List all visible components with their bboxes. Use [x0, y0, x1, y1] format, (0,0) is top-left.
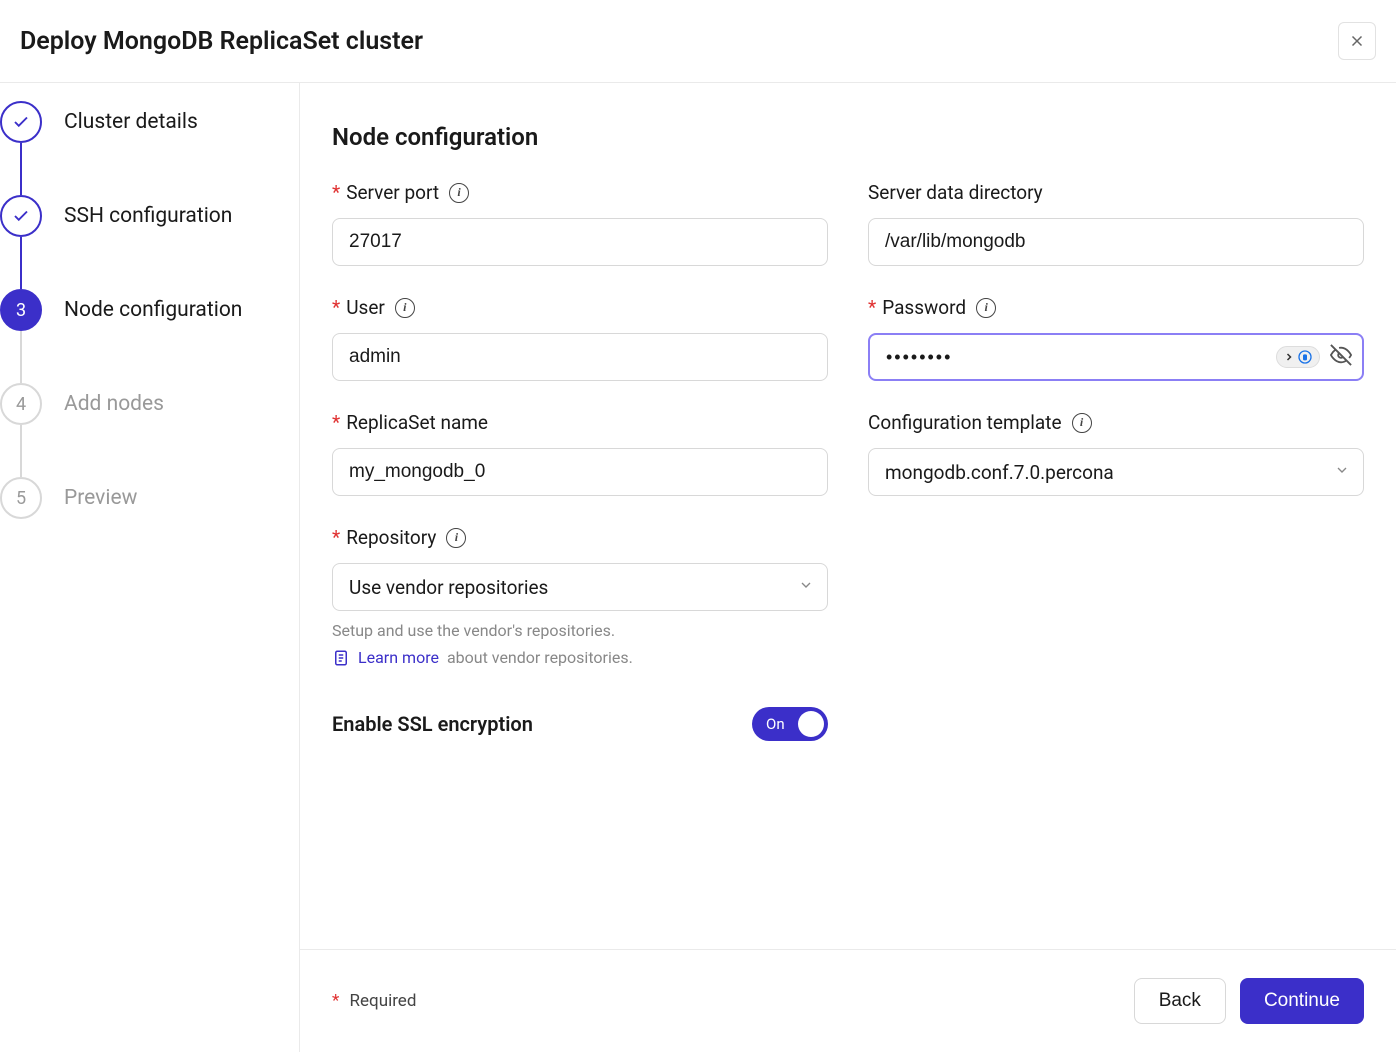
info-icon[interactable]: i [446, 528, 466, 548]
modal-title: Deploy MongoDB ReplicaSet cluster [20, 27, 423, 56]
modal-body: Cluster details SSH configuration [0, 83, 1396, 1052]
step-label: Cluster details [64, 110, 198, 134]
server-port-input[interactable] [332, 218, 828, 266]
form-content: Node configuration *Server port i Server [300, 83, 1396, 949]
repository-select[interactable]: Use vendor repositories [332, 563, 828, 611]
repository-help-text: Setup and use the vendor's repositories. [332, 621, 828, 640]
step-connector [20, 143, 22, 195]
field-replicaset-name: *ReplicaSet name [332, 411, 828, 496]
section-title: Node configuration [332, 123, 1364, 151]
info-icon[interactable]: i [395, 298, 415, 318]
required-indicator: * [868, 296, 876, 319]
step-connector [20, 237, 22, 289]
step-label: Node configuration [64, 298, 242, 322]
check-icon [0, 101, 42, 143]
required-indicator: * [332, 181, 340, 204]
step-connector [20, 425, 22, 477]
step-connector [20, 331, 22, 383]
replicaset-name-input[interactable] [332, 448, 828, 496]
step-ssh-configuration[interactable]: SSH configuration [0, 195, 299, 237]
continue-button[interactable]: Continue [1240, 978, 1364, 1024]
modal-header: Deploy MongoDB ReplicaSet cluster [0, 0, 1396, 83]
required-indicator: * [332, 411, 340, 434]
field-server-data-directory: Server data directory [868, 181, 1364, 266]
wizard-steps-sidebar: Cluster details SSH configuration [0, 83, 300, 1052]
step-label: Add nodes [64, 392, 164, 416]
server-data-directory-input[interactable] [868, 218, 1364, 266]
main-panel: Node configuration *Server port i Server [300, 83, 1396, 1052]
field-configuration-template: Configuration template i mongodb.conf.7.… [868, 411, 1364, 496]
field-repository: *Repository i Use vendor repositories Se… [332, 526, 828, 667]
field-label: Configuration template i [868, 411, 1364, 434]
learn-more-row: Learn more about vendor repositories. [332, 648, 828, 667]
close-icon [1348, 32, 1366, 50]
back-button[interactable]: Back [1134, 978, 1226, 1024]
field-label: *Password i [868, 296, 1364, 319]
toggle-password-visibility[interactable] [1330, 344, 1352, 370]
password-manager-badge[interactable] [1276, 346, 1320, 368]
field-user: *User i [332, 296, 828, 381]
required-note: * Required [332, 991, 416, 1011]
password-manager-icon [1297, 349, 1313, 365]
learn-more-link[interactable]: Learn more [358, 648, 439, 667]
ssl-encryption-row: Enable SSL encryption On [332, 707, 828, 741]
required-indicator: * [332, 296, 340, 319]
ssl-label: Enable SSL encryption [332, 712, 533, 736]
required-indicator: * [332, 991, 339, 1011]
field-label: *ReplicaSet name [332, 411, 828, 434]
info-icon[interactable]: i [449, 183, 469, 203]
user-input[interactable] [332, 333, 828, 381]
deploy-modal: Deploy MongoDB ReplicaSet cluster Cluste… [0, 0, 1396, 1052]
step-number: 3 [0, 289, 42, 331]
step-label: SSH configuration [64, 204, 232, 228]
toggle-knob [798, 711, 824, 737]
wizard-footer: * Required Back Continue [300, 949, 1396, 1052]
step-preview: 5 Preview [0, 477, 299, 519]
field-server-port: *Server port i [332, 181, 828, 266]
field-label: Server data directory [868, 181, 1364, 204]
learn-more-suffix: about vendor repositories. [447, 648, 633, 667]
step-cluster-details[interactable]: Cluster details [0, 101, 299, 143]
field-label: *User i [332, 296, 828, 319]
step-label: Preview [64, 486, 137, 510]
ssl-toggle[interactable]: On [752, 707, 828, 741]
step-number: 5 [0, 477, 42, 519]
toggle-state-label: On [766, 715, 785, 733]
chevron-right-icon [1283, 351, 1295, 363]
eye-off-icon [1330, 344, 1352, 366]
check-icon [0, 195, 42, 237]
field-label: *Repository i [332, 526, 828, 549]
required-indicator: * [332, 526, 340, 549]
configuration-template-select[interactable]: mongodb.conf.7.0.percona [868, 448, 1364, 496]
close-button[interactable] [1338, 22, 1376, 60]
step-number: 4 [0, 383, 42, 425]
info-icon[interactable]: i [976, 298, 996, 318]
info-icon[interactable]: i [1072, 413, 1092, 433]
step-node-configuration[interactable]: 3 Node configuration [0, 289, 299, 331]
field-label: *Server port i [332, 181, 828, 204]
document-icon [332, 649, 350, 667]
field-password: *Password i [868, 296, 1364, 381]
step-add-nodes: 4 Add nodes [0, 383, 299, 425]
